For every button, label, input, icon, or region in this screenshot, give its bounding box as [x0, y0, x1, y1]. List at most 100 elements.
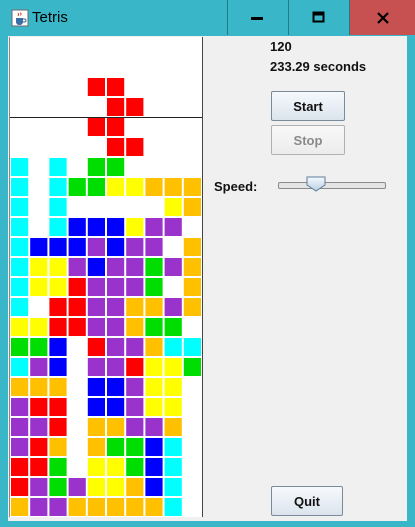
board-cell: [49, 358, 67, 376]
board-cell: [87, 378, 105, 396]
next-piece-cell: [107, 98, 125, 116]
board-cell: [49, 318, 67, 336]
board-cell: [145, 338, 163, 356]
board-cell: [145, 398, 163, 416]
board-cell: [183, 238, 201, 256]
board-cell: [49, 218, 67, 236]
falling-piece-cell: [87, 118, 105, 136]
board-cell: [145, 418, 163, 436]
board-cell: [145, 358, 163, 376]
board-cell: [126, 398, 144, 416]
board-cell: [164, 398, 182, 416]
board-cell: [49, 498, 67, 516]
board-cell: [87, 398, 105, 416]
board-cell: [183, 278, 201, 296]
minimize-button[interactable]: [227, 0, 288, 35]
board-cell: [49, 438, 67, 456]
speed-slider-thumb[interactable]: [306, 176, 326, 192]
board-cell: [68, 478, 86, 496]
board-cell: [30, 278, 48, 296]
board-cell: [145, 478, 163, 496]
board-cell: [68, 238, 86, 256]
board-cell: [164, 438, 182, 456]
board-cell: [87, 238, 105, 256]
board-cell: [164, 338, 182, 356]
quit-button[interactable]: Quit: [271, 486, 343, 516]
board-cell: [68, 178, 86, 196]
board-cell: [30, 238, 48, 256]
board-cell: [126, 418, 144, 436]
board-cell: [164, 498, 182, 516]
board-cell: [164, 378, 182, 396]
board-cell: [87, 478, 105, 496]
board-cell: [164, 458, 182, 476]
board-cell: [11, 318, 29, 336]
board-canvas: [10, 78, 202, 516]
score-value: 120: [270, 39, 292, 54]
board-cell: [126, 298, 144, 316]
board-cell: [68, 498, 86, 516]
game-board[interactable]: [9, 37, 203, 517]
board-cell: [107, 478, 125, 496]
speed-label: Speed:: [214, 179, 258, 194]
board-cell: [164, 198, 182, 216]
board-cell: [30, 458, 48, 476]
board-cell: [126, 478, 144, 496]
board-cell: [11, 178, 29, 196]
board-cell: [87, 298, 105, 316]
board-cell: [107, 318, 125, 336]
board-cell: [11, 158, 29, 176]
board-cell: [68, 258, 86, 276]
stop-button[interactable]: Stop: [271, 125, 345, 155]
next-piece-cell: [107, 78, 125, 96]
board-cell: [126, 318, 144, 336]
board-cell: [11, 438, 29, 456]
board-cell: [164, 178, 182, 196]
board-cell: [183, 298, 201, 316]
speed-slider-track[interactable]: [278, 182, 386, 189]
board-cell: [183, 338, 201, 356]
board-cell: [107, 278, 125, 296]
board-cell: [164, 478, 182, 496]
board-cell: [11, 398, 29, 416]
title-bar[interactable]: Tetris: [0, 0, 415, 36]
board-cell: [68, 278, 86, 296]
board-cell: [145, 458, 163, 476]
board-cell: [183, 178, 201, 196]
board-cell: [126, 338, 144, 356]
start-button[interactable]: Start: [271, 91, 345, 121]
board-cell: [49, 478, 67, 496]
board-cell: [30, 498, 48, 516]
board-cell: [126, 358, 144, 376]
board-cell: [49, 258, 67, 276]
board-cell: [107, 358, 125, 376]
board-cell: [107, 398, 125, 416]
next-piece-cell: [87, 78, 105, 96]
board-cell: [87, 438, 105, 456]
board-cell: [68, 298, 86, 316]
board-cell: [30, 478, 48, 496]
board-cell: [87, 318, 105, 336]
falling-piece-cell: [107, 138, 125, 156]
board-cell: [87, 358, 105, 376]
board-cell: [145, 238, 163, 256]
board-cell: [30, 398, 48, 416]
board-cell: [107, 458, 125, 476]
board-cell: [107, 158, 125, 176]
board-cell: [49, 198, 67, 216]
board-cell: [11, 238, 29, 256]
board-cell: [11, 298, 29, 316]
board-cell: [30, 418, 48, 436]
board-cell: [11, 418, 29, 436]
window-title: Tetris: [32, 9, 68, 26]
close-button[interactable]: [349, 0, 415, 35]
maximize-button[interactable]: [288, 0, 349, 35]
board-cell: [30, 378, 48, 396]
board-cell: [11, 278, 29, 296]
board-cell: [164, 358, 182, 376]
board-cell: [183, 358, 201, 376]
board-cell: [126, 278, 144, 296]
falling-piece-cell: [107, 118, 125, 136]
board-cell: [87, 178, 105, 196]
board-cell: [145, 178, 163, 196]
